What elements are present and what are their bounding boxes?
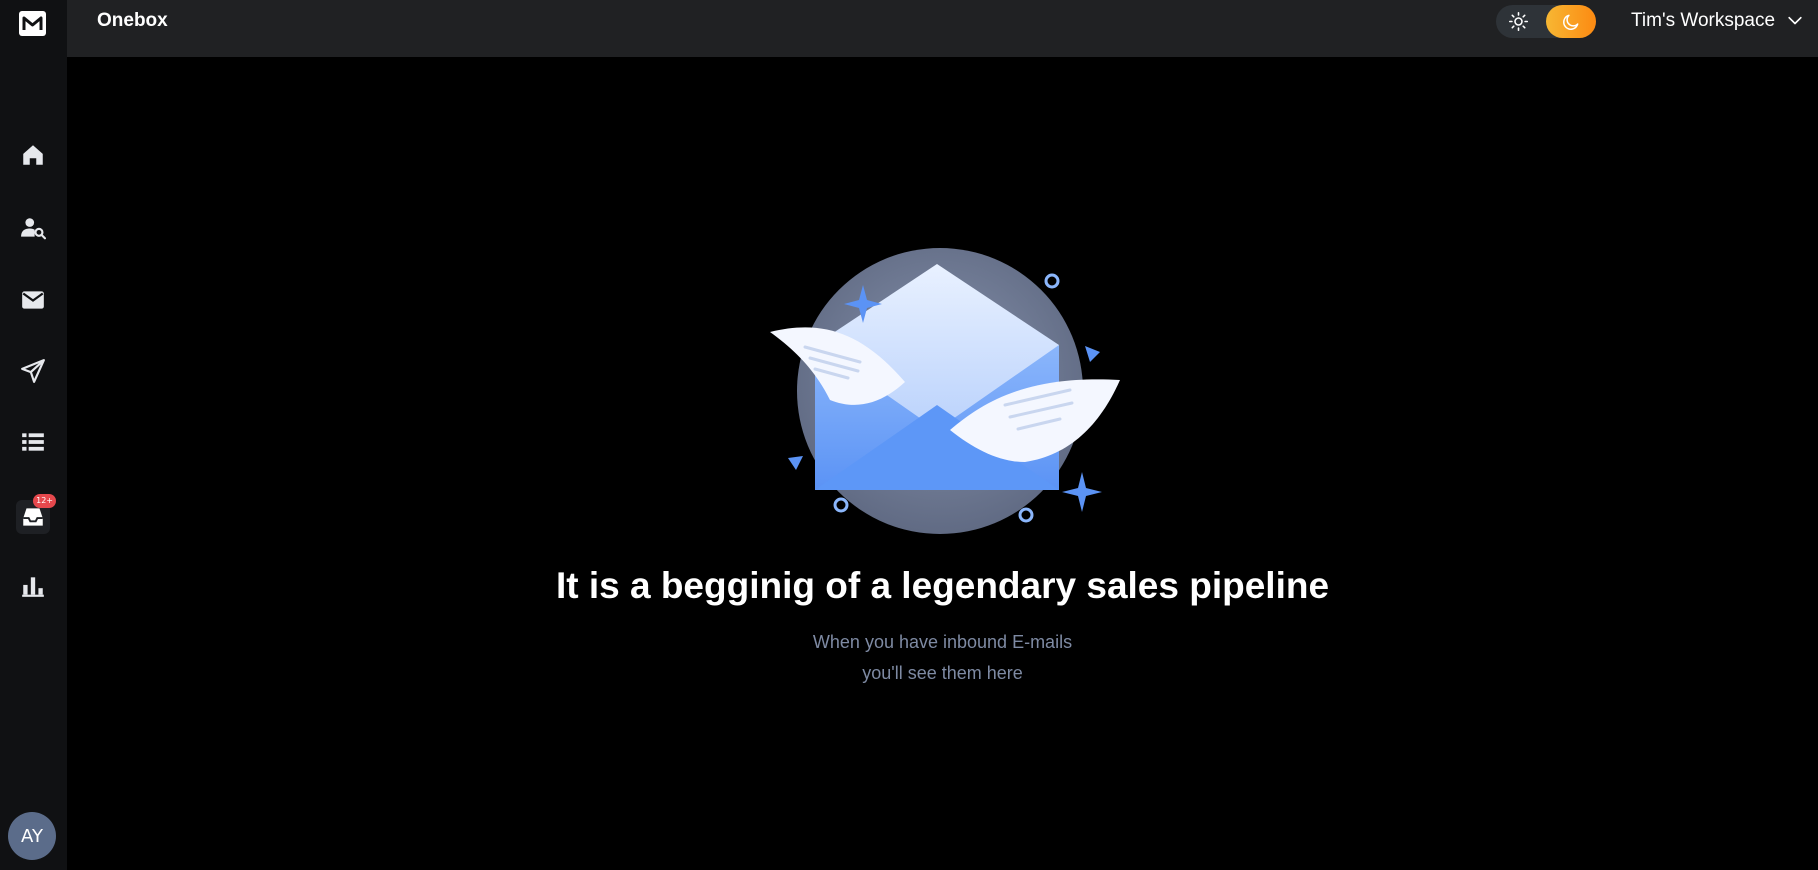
sidebar-item-contacts[interactable] (16, 211, 50, 245)
empty-state-line-2: you'll see them here (862, 663, 1023, 683)
send-icon (21, 359, 45, 383)
sidebar-item-home[interactable] (16, 138, 50, 172)
user-avatar[interactable]: AY (8, 812, 56, 860)
sidebar-item-campaigns[interactable] (16, 354, 50, 388)
top-bar: Onebox Tim's Workspace (67, 0, 1818, 57)
empty-state-title: It is a begginig of a legendary sales pi… (555, 565, 1330, 606)
bar-chart-icon (22, 577, 44, 597)
list-icon (22, 433, 44, 451)
sidebar-item-mail[interactable] (16, 283, 50, 317)
workspace-switcher[interactable]: Tim's Workspace (1631, 8, 1805, 34)
sidebar-item-onebox[interactable]: 12+ (16, 494, 56, 534)
brand-logo-icon[interactable] (19, 11, 46, 36)
user-search-icon (21, 218, 46, 240)
sidebar-item-analytics[interactable] (16, 569, 50, 603)
page-title: Onebox (97, 10, 168, 31)
moon-icon (1563, 14, 1579, 30)
unread-count-badge: 12+ (33, 494, 56, 508)
empty-state-description: When you have inbound E-mails you'll see… (67, 627, 1818, 689)
theme-toggle-knob[interactable] (1546, 5, 1596, 38)
sidebar-item-lists[interactable] (16, 425, 50, 459)
sidebar: 12+ AY (0, 0, 67, 870)
mail-icon (22, 291, 44, 309)
empty-inbox-illustration (770, 248, 1120, 534)
home-icon (23, 145, 43, 165)
chevron-down-icon (1788, 16, 1802, 25)
empty-state-line-1: When you have inbound E-mails (812, 632, 1073, 652)
theme-toggle[interactable] (1496, 5, 1596, 38)
workspace-name: Tim's Workspace (1631, 10, 1776, 31)
sun-icon[interactable] (1508, 11, 1529, 32)
